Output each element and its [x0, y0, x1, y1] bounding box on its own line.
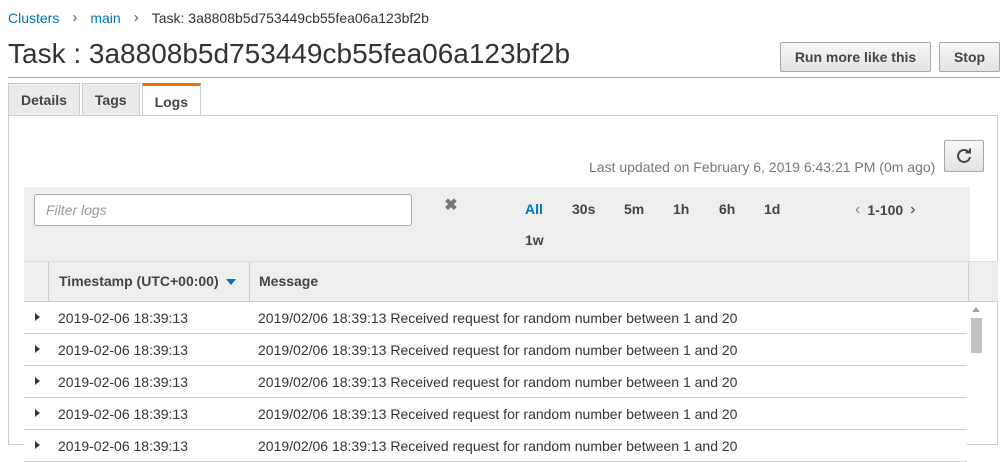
- range-30s[interactable]: 30s: [572, 201, 595, 217]
- scrollbar-header: [968, 261, 998, 302]
- table-row[interactable]: 2019-02-06 18:39:13 2019/02/06 18:39:13 …: [24, 398, 967, 430]
- title-divider: [8, 77, 1000, 78]
- breadcrumb-link-clusters[interactable]: Clusters: [8, 10, 59, 26]
- pagination-range: 1-100: [867, 202, 904, 218]
- row-message: 2019/02/06 18:39:13 Received request for…: [258, 310, 738, 326]
- table-row[interactable]: 2019-02-06 18:39:13 2019/02/06 18:39:13 …: [24, 366, 967, 398]
- column-header-message[interactable]: Message: [259, 273, 318, 289]
- breadcrumb-link-main[interactable]: main: [90, 10, 120, 26]
- column-divider: [48, 262, 49, 301]
- refresh-button[interactable]: [944, 140, 984, 172]
- scroll-up-icon[interactable]: [972, 307, 980, 312]
- chevron-right-icon[interactable]: ›: [910, 201, 915, 219]
- row-message: 2019/02/06 18:39:13 Received request for…: [258, 406, 738, 422]
- table-row[interactable]: 2019-02-06 18:39:13 2019/02/06 18:39:13 …: [24, 302, 967, 334]
- tab-logs[interactable]: Logs: [141, 83, 202, 117]
- chevron-left-icon[interactable]: ‹: [855, 201, 860, 219]
- run-more-like-this-button[interactable]: Run more like this: [780, 42, 931, 72]
- table-row[interactable]: 2019-02-06 18:39:13 2019/02/06 18:39:13 …: [24, 334, 967, 366]
- last-updated-text: Last updated on February 6, 2019 6:43:21…: [589, 159, 936, 175]
- row-timestamp: 2019-02-06 18:39:13: [58, 310, 188, 326]
- range-6h[interactable]: 6h: [719, 201, 735, 217]
- row-message: 2019/02/06 18:39:13 Received request for…: [258, 438, 738, 454]
- range-1w[interactable]: 1w: [525, 232, 544, 248]
- expand-row-icon[interactable]: [35, 313, 40, 321]
- breadcrumb-separator-icon: ›: [72, 9, 78, 26]
- breadcrumb: Clusters › main › Task: 3a8808b5d753449c…: [8, 9, 429, 26]
- column-header-timestamp[interactable]: Timestamp (UTC+00:00): [59, 273, 219, 289]
- table-row[interactable]: 2019-02-06 18:39:13 2019/02/06 18:39:13 …: [24, 430, 967, 462]
- row-message: 2019/02/06 18:39:13 Received request for…: [258, 342, 738, 358]
- tab-details[interactable]: Details: [8, 83, 80, 116]
- row-message: 2019/02/06 18:39:13 Received request for…: [258, 374, 738, 390]
- expand-row-icon[interactable]: [35, 409, 40, 417]
- refresh-icon: [957, 148, 971, 163]
- tab-tags[interactable]: Tags: [81, 83, 140, 116]
- row-timestamp: 2019-02-06 18:39:13: [58, 406, 188, 422]
- pagination: ‹ 1-100 ›: [855, 201, 915, 219]
- scrollbar-thumb[interactable]: [971, 318, 982, 353]
- expand-row-icon[interactable]: [35, 345, 40, 353]
- expand-row-icon[interactable]: [35, 377, 40, 385]
- tab-bar: Details Tags Logs: [8, 83, 203, 117]
- column-divider: [249, 262, 250, 301]
- range-5m[interactable]: 5m: [624, 201, 644, 217]
- breadcrumb-current: Task: 3a8808b5d753449cb55fea06a123bf2b: [151, 9, 429, 26]
- page-title: Task : 3a8808b5d753449cb55fea06a123bf2b: [8, 38, 571, 69]
- filter-logs-input[interactable]: [34, 194, 412, 226]
- clear-filter-icon[interactable]: ✖: [443, 196, 459, 214]
- row-timestamp: 2019-02-06 18:39:13: [58, 438, 188, 454]
- expand-row-icon[interactable]: [35, 441, 40, 449]
- sort-descending-icon[interactable]: [226, 279, 236, 285]
- row-timestamp: 2019-02-06 18:39:13: [58, 342, 188, 358]
- range-1h[interactable]: 1h: [673, 201, 689, 217]
- breadcrumb-separator-icon: ›: [133, 9, 139, 26]
- stop-button[interactable]: Stop: [939, 42, 1000, 72]
- range-1d[interactable]: 1d: [764, 201, 780, 217]
- row-timestamp: 2019-02-06 18:39:13: [58, 374, 188, 390]
- range-all[interactable]: All: [525, 201, 543, 217]
